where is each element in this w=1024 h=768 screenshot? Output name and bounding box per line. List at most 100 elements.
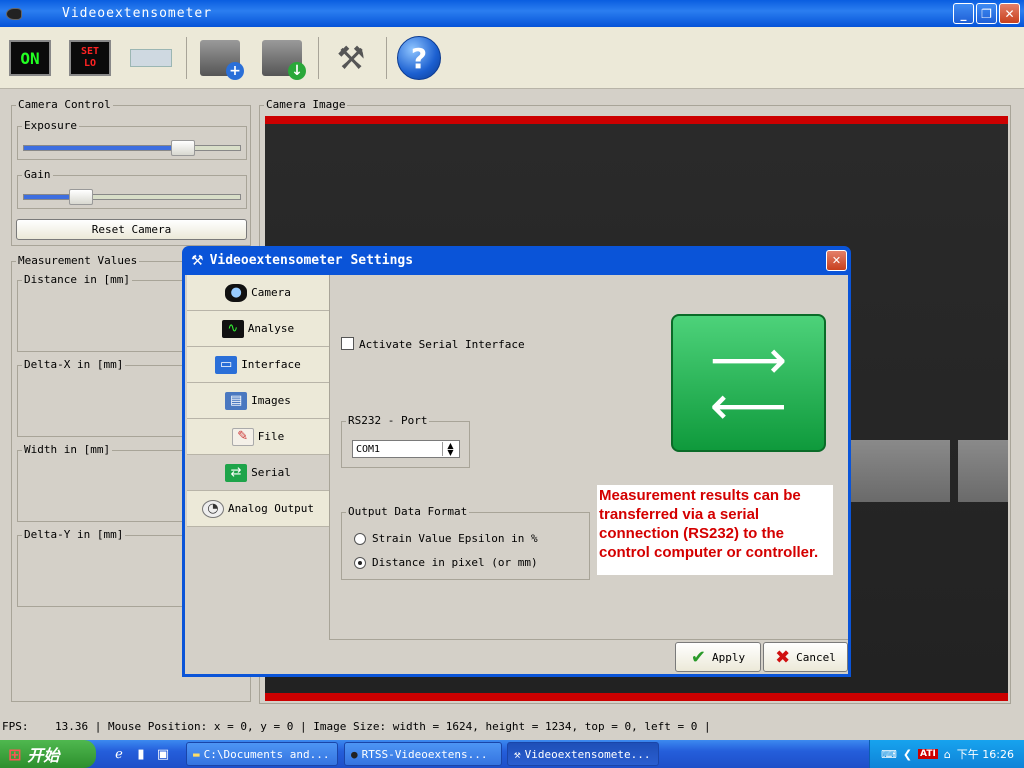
monitor-icon: ▭ bbox=[215, 355, 238, 374]
nav-item-analyse[interactable]: ∿ Analyse bbox=[187, 311, 329, 347]
exposure-group: Exposure bbox=[17, 119, 247, 160]
activate-serial-checkbox[interactable] bbox=[341, 337, 354, 350]
strain-value-radio[interactable] bbox=[354, 533, 366, 545]
folder-download-icon: ↓ bbox=[262, 40, 306, 80]
save-folder-button[interactable]: ↓ bbox=[259, 35, 306, 81]
nav-item-analog-output[interactable]: ◔ Analog Output bbox=[187, 491, 329, 527]
distance-pixel-label: Distance in pixel (or mm) bbox=[372, 556, 538, 569]
camera-app-icon: ● bbox=[351, 747, 358, 761]
gain-slider[interactable] bbox=[23, 189, 241, 205]
new-folder-button[interactable]: + bbox=[197, 35, 244, 81]
activate-serial-label: Activate Serial Interface bbox=[359, 338, 525, 351]
nav-item-interface[interactable]: ▭ Interface bbox=[187, 347, 329, 383]
arrow-left-icon: ⟵ bbox=[709, 374, 788, 437]
taskbar: ⊞ 开始 ℯ ▮ ▣ ▬ C:\Documents and... ● RTSS-… bbox=[0, 740, 1024, 768]
tools-icon: ⚒ bbox=[191, 252, 204, 269]
distance-pixel-radio[interactable] bbox=[354, 557, 366, 569]
apply-button[interactable]: ✔ Apply bbox=[675, 642, 761, 672]
serial-info-note: Measurement results can be transferred v… bbox=[597, 485, 833, 575]
camera-image-title: Camera Image bbox=[264, 98, 348, 111]
task-label: Videoextensomete... bbox=[524, 747, 651, 761]
gain-group: Gain bbox=[17, 168, 247, 209]
expand-tray-icon[interactable]: ❮ bbox=[903, 748, 912, 761]
strain-value-label: Strain Value Epsilon in % bbox=[372, 532, 538, 545]
distance-label: Distance in [mm] bbox=[22, 273, 132, 286]
images-folder-icon: ▤ bbox=[225, 391, 248, 410]
system-tray: ⌨ ❮ ATI ⌂ 下午 16:26 bbox=[869, 740, 1024, 768]
network-icon[interactable]: ⌂ bbox=[944, 748, 951, 761]
on-icon: ON bbox=[9, 40, 51, 76]
task-label: C:\Documents and... bbox=[203, 747, 330, 761]
cancel-button[interactable]: ✖ Cancel bbox=[763, 642, 848, 672]
file-icon: ✎ bbox=[231, 427, 254, 446]
nav-item-serial[interactable]: ⇄ Serial bbox=[187, 455, 329, 491]
on-label: ON bbox=[20, 48, 40, 68]
specimen-segment bbox=[850, 440, 950, 502]
ruler-button[interactable] bbox=[128, 35, 174, 81]
set-lo-icon: SET LO bbox=[69, 40, 111, 76]
ati-icon[interactable]: ATI bbox=[918, 749, 938, 759]
camera-control-group: Camera Control Exposure Gain Reset Camer… bbox=[11, 98, 251, 246]
serial-settings-pane: Activate Serial Interface RS232 - Port C… bbox=[329, 275, 848, 640]
main-window-titlebar[interactable]: Videoextensometer _ ❐ ✕ bbox=[0, 0, 1024, 27]
output-format-title: Output Data Format bbox=[346, 505, 470, 518]
help-icon: ? bbox=[397, 36, 441, 80]
nav-item-file[interactable]: ✎ File bbox=[187, 419, 329, 455]
settings-nav: ● Camera ∿ Analyse ▭ Interface ▤ Images … bbox=[187, 275, 329, 527]
ie-icon[interactable]: ℯ bbox=[110, 745, 128, 763]
spinner-arrows-icon[interactable]: ▲ ▼ bbox=[442, 442, 458, 457]
tools-icon: ⚒ bbox=[514, 747, 521, 761]
task-videoextensometer[interactable]: ⚒ Videoextensomete... bbox=[507, 742, 659, 766]
lo-label: LO bbox=[83, 58, 97, 69]
toolbar-separator bbox=[318, 37, 319, 79]
settings-dialog-titlebar[interactable]: ⚒ Videoextensometer Settings bbox=[185, 246, 848, 275]
checkmark-icon: ✔ bbox=[690, 646, 706, 668]
minimize-button[interactable]: _ bbox=[953, 3, 974, 24]
toolbar-separator bbox=[386, 37, 387, 79]
port-select[interactable]: COM1 ▲ ▼ bbox=[352, 440, 460, 458]
camera-app-icon bbox=[6, 7, 22, 20]
maximize-button[interactable]: ❐ bbox=[976, 3, 997, 24]
close-button[interactable]: ✕ bbox=[999, 3, 1020, 24]
serial-arrows-icon: ⇄ bbox=[225, 463, 248, 482]
start-button[interactable]: ⊞ 开始 bbox=[0, 740, 96, 768]
cancel-label: Cancel bbox=[796, 650, 836, 664]
width-label: Width in [mm] bbox=[22, 443, 113, 456]
gain-slider-thumb[interactable] bbox=[68, 189, 93, 205]
nav-item-images[interactable]: ▤ Images bbox=[187, 383, 329, 419]
task-rtss[interactable]: ● RTSS-Videoextens... bbox=[344, 742, 502, 766]
task-label: RTSS-Videoextens... bbox=[361, 747, 488, 761]
start-label: 开始 bbox=[27, 746, 60, 765]
nav-item-camera[interactable]: ● Camera bbox=[187, 275, 329, 311]
quicklaunch-icon[interactable]: ▮ bbox=[132, 745, 150, 763]
gain-label: Gain bbox=[22, 168, 53, 181]
cross-icon: ✖ bbox=[775, 646, 791, 668]
desktop-icon[interactable]: ▣ bbox=[154, 745, 172, 763]
camera-control-title: Camera Control bbox=[16, 98, 113, 111]
rs232-port-title: RS232 - Port bbox=[346, 414, 430, 427]
start-measurement-button[interactable]: ON bbox=[7, 35, 53, 81]
task-explorer[interactable]: ▬ C:\Documents and... bbox=[186, 742, 338, 766]
nav-label: Analyse bbox=[247, 322, 295, 335]
delta-y-label: Delta-Y in [mm] bbox=[22, 528, 126, 541]
toolbar-separator bbox=[186, 37, 187, 79]
settings-tools-button[interactable]: ⚒ bbox=[328, 35, 374, 81]
help-button[interactable]: ? bbox=[396, 35, 442, 81]
output-format-group: Output Data Format Strain Value Epsilon … bbox=[341, 505, 590, 580]
exposure-slider[interactable] bbox=[23, 140, 241, 156]
settings-dialog-body: ● Camera ∿ Analyse ▭ Interface ▤ Images … bbox=[185, 275, 848, 674]
settings-dialog-title: Videoextensometer Settings bbox=[209, 253, 414, 268]
keyboard-icon[interactable]: ⌨ bbox=[881, 748, 897, 761]
nav-label: File bbox=[257, 430, 285, 443]
apply-label: Apply bbox=[711, 650, 746, 664]
rs232-port-group: RS232 - Port COM1 ▲ ▼ bbox=[341, 414, 470, 468]
set-label: SET bbox=[80, 46, 100, 57]
dialog-close-button[interactable]: ✕ bbox=[826, 250, 847, 271]
port-value: COM1 bbox=[356, 443, 381, 455]
nav-label: Images bbox=[251, 394, 291, 407]
specimen-segment bbox=[958, 440, 1008, 502]
exposure-label: Exposure bbox=[22, 119, 79, 132]
exposure-slider-thumb[interactable] bbox=[171, 140, 196, 156]
reset-camera-button[interactable]: Reset Camera bbox=[16, 219, 247, 240]
set-zero-button[interactable]: SET LO bbox=[67, 35, 113, 81]
